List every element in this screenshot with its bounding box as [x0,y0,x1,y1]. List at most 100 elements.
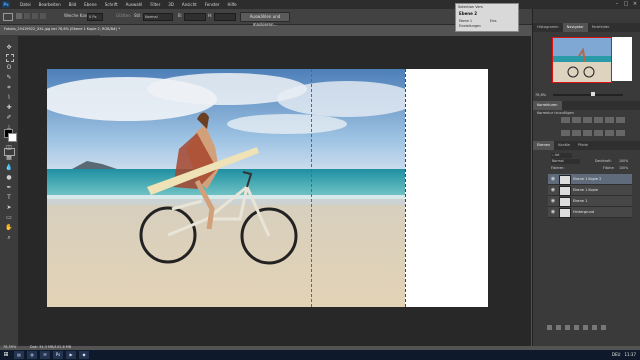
close-icon[interactable]: × [632,1,638,7]
add-mask-icon[interactable] [565,325,570,330]
bw-adjust-icon[interactable] [572,130,581,136]
tab-histogramm[interactable]: Histogramm [533,23,563,32]
korrekturen-tab[interactable]: Korrekturen [533,101,562,110]
intersect-selection-icon[interactable] [40,13,46,19]
menu-item-bearbeiten[interactable]: Bearbeiten [35,0,65,9]
fx-icon[interactable] [556,325,561,330]
menu-item-schrift[interactable]: Schrift [101,0,122,9]
brightness-adjust-icon[interactable] [561,117,570,123]
feather-input[interactable]: 0 Px [87,13,103,21]
path-select-tool-icon[interactable]: ➤ [5,204,13,212]
quick-mask-icon[interactable] [4,148,15,156]
add-selection-icon[interactable] [24,13,30,19]
background-color-swatch[interactable] [8,133,17,142]
visibility-eye-icon[interactable]: ◉ [550,198,556,204]
floating-panel-row1[interactable]: Ebene 1 [459,19,472,23]
levels-adjust-icon[interactable] [572,117,581,123]
floating-panel-heading: Ebene 2 [459,11,478,16]
hue-adjust-icon[interactable] [616,117,625,123]
navigator-thumbnail[interactable] [552,37,632,83]
zoom-tool-icon[interactable]: ⌕ [5,234,13,242]
menu-item-filter[interactable]: Filter [146,0,164,9]
tab-navigator[interactable]: Navigator [562,23,588,32]
menu-item-3d[interactable]: 3D [164,0,178,9]
menu-item-datei[interactable]: Datei [16,0,35,9]
tab-farbfelder[interactable]: Farbfelder [588,23,614,32]
menu-item-hilfe[interactable]: Hilfe [224,0,241,9]
invert-adjust-icon[interactable] [616,130,625,136]
eyedropper-tool-icon[interactable]: ⌇ [5,94,13,102]
navigator-zoom-handle[interactable] [591,92,595,96]
menu-item-ansicht[interactable]: Ansicht [178,0,201,9]
floating-panel-row2[interactable]: Einstellungen [459,24,481,28]
navigator-zoom-slider[interactable] [553,94,623,96]
browser-icon[interactable]: ◍ [27,351,37,359]
type-tool-icon[interactable]: T [5,194,13,202]
layer-row[interactable]: ◉ Ebene 1 Kopie [548,185,632,196]
app-icon[interactable]: ◆ [79,351,89,359]
colorbalance-adjust-icon[interactable] [561,130,570,136]
blend-mode-select[interactable]: Normal [551,159,580,164]
curves-adjust-icon[interactable] [583,117,592,123]
maximize-icon[interactable]: □ [623,1,629,7]
explorer-icon[interactable]: ▤ [14,351,24,359]
visibility-eye-icon[interactable]: ◉ [550,209,556,215]
crop-tool-icon[interactable]: ⌗ [5,84,13,92]
adjustment-layer-icon[interactable] [574,325,579,330]
rect-marquee-tool-icon[interactable] [6,54,14,62]
link-layers-icon[interactable] [547,325,552,330]
width-input[interactable] [184,13,206,21]
navigator-view-box[interactable] [552,37,612,83]
pen-tool-icon[interactable]: ✒ [5,184,13,192]
tray-lang[interactable]: DEU [612,351,621,359]
brush-tool-icon[interactable]: ✐ [5,114,13,122]
lasso-tool-icon[interactable]: ʘ [5,64,13,72]
minimize-icon[interactable]: – [614,1,620,7]
height-input[interactable] [214,13,236,21]
shape-tool-icon[interactable]: ▭ [5,214,13,222]
menu-item-bild[interactable]: Bild [65,0,81,9]
select-and-mask-button[interactable]: Auswählen und maskieren... [240,12,290,27]
layer-filter-select[interactable]: ⌕ Art [551,153,572,158]
marquee-tool-preset-icon[interactable] [3,13,13,21]
layer-row[interactable]: ◉ Ebene 1 Kopie 2 [548,174,632,185]
group-icon[interactable] [583,325,588,330]
exposure-adjust-icon[interactable] [594,117,603,123]
visibility-eye-icon[interactable]: ◉ [550,187,556,193]
height-label: H: [208,13,213,18]
layer-row[interactable]: ◉ Ebene 1 [548,196,632,207]
menu-item-fenster[interactable]: Fenster [201,0,224,9]
tab-kanle[interactable]: Kanäle [554,141,574,150]
document-tab[interactable]: Fotolia_25419922_XXL.jpg bei 78,6% (Eben… [0,25,120,36]
quick-select-tool-icon[interactable]: ✎ [5,74,13,82]
photofilter-adjust-icon[interactable] [583,130,592,136]
menu-item-auswahl[interactable]: Auswahl [122,0,147,9]
hand-tool-icon[interactable]: ✋ [5,224,13,232]
document-photo[interactable] [47,69,405,307]
dodge-tool-icon[interactable]: ● [5,174,13,182]
windows-start-icon[interactable]: ⊞ [2,351,10,359]
new-selection-icon[interactable] [16,13,22,19]
tab-ebenen[interactable]: Ebenen [533,141,555,150]
fill-value[interactable]: 100% [619,166,628,170]
style-select[interactable]: Normal [143,13,173,21]
healing-brush-tool-icon[interactable]: ✚ [5,104,13,112]
blur-tool-icon[interactable]: 💧 [5,164,13,172]
media-icon[interactable]: ▶ [66,351,76,359]
trash-icon[interactable] [601,325,606,330]
tab-pfade[interactable]: Pfade [574,141,592,150]
opacity-value[interactable]: 100% [619,159,628,163]
move-tool-icon[interactable]: ✥ [5,44,13,52]
mail-icon[interactable]: ✉ [40,351,50,359]
subtract-selection-icon[interactable] [32,13,38,19]
new-layer-icon[interactable] [592,325,597,330]
layer-row[interactable]: ◉ Hintergrund [548,207,632,218]
vibrance-adjust-icon[interactable] [605,117,614,123]
menu-item-ebene[interactable]: Ebene [80,0,101,9]
visibility-eye-icon[interactable]: ◉ [550,176,556,182]
colorlookup-adjust-icon[interactable] [605,130,614,136]
photoshop-taskbar-icon[interactable]: Ps [53,351,63,359]
antialias-label[interactable]: Glätten [116,13,131,19]
floating-panel[interactable]: Selection Vers Ebene 2 Ebene 1 Eins Eins… [455,3,519,32]
channelmixer-adjust-icon[interactable] [594,130,603,136]
